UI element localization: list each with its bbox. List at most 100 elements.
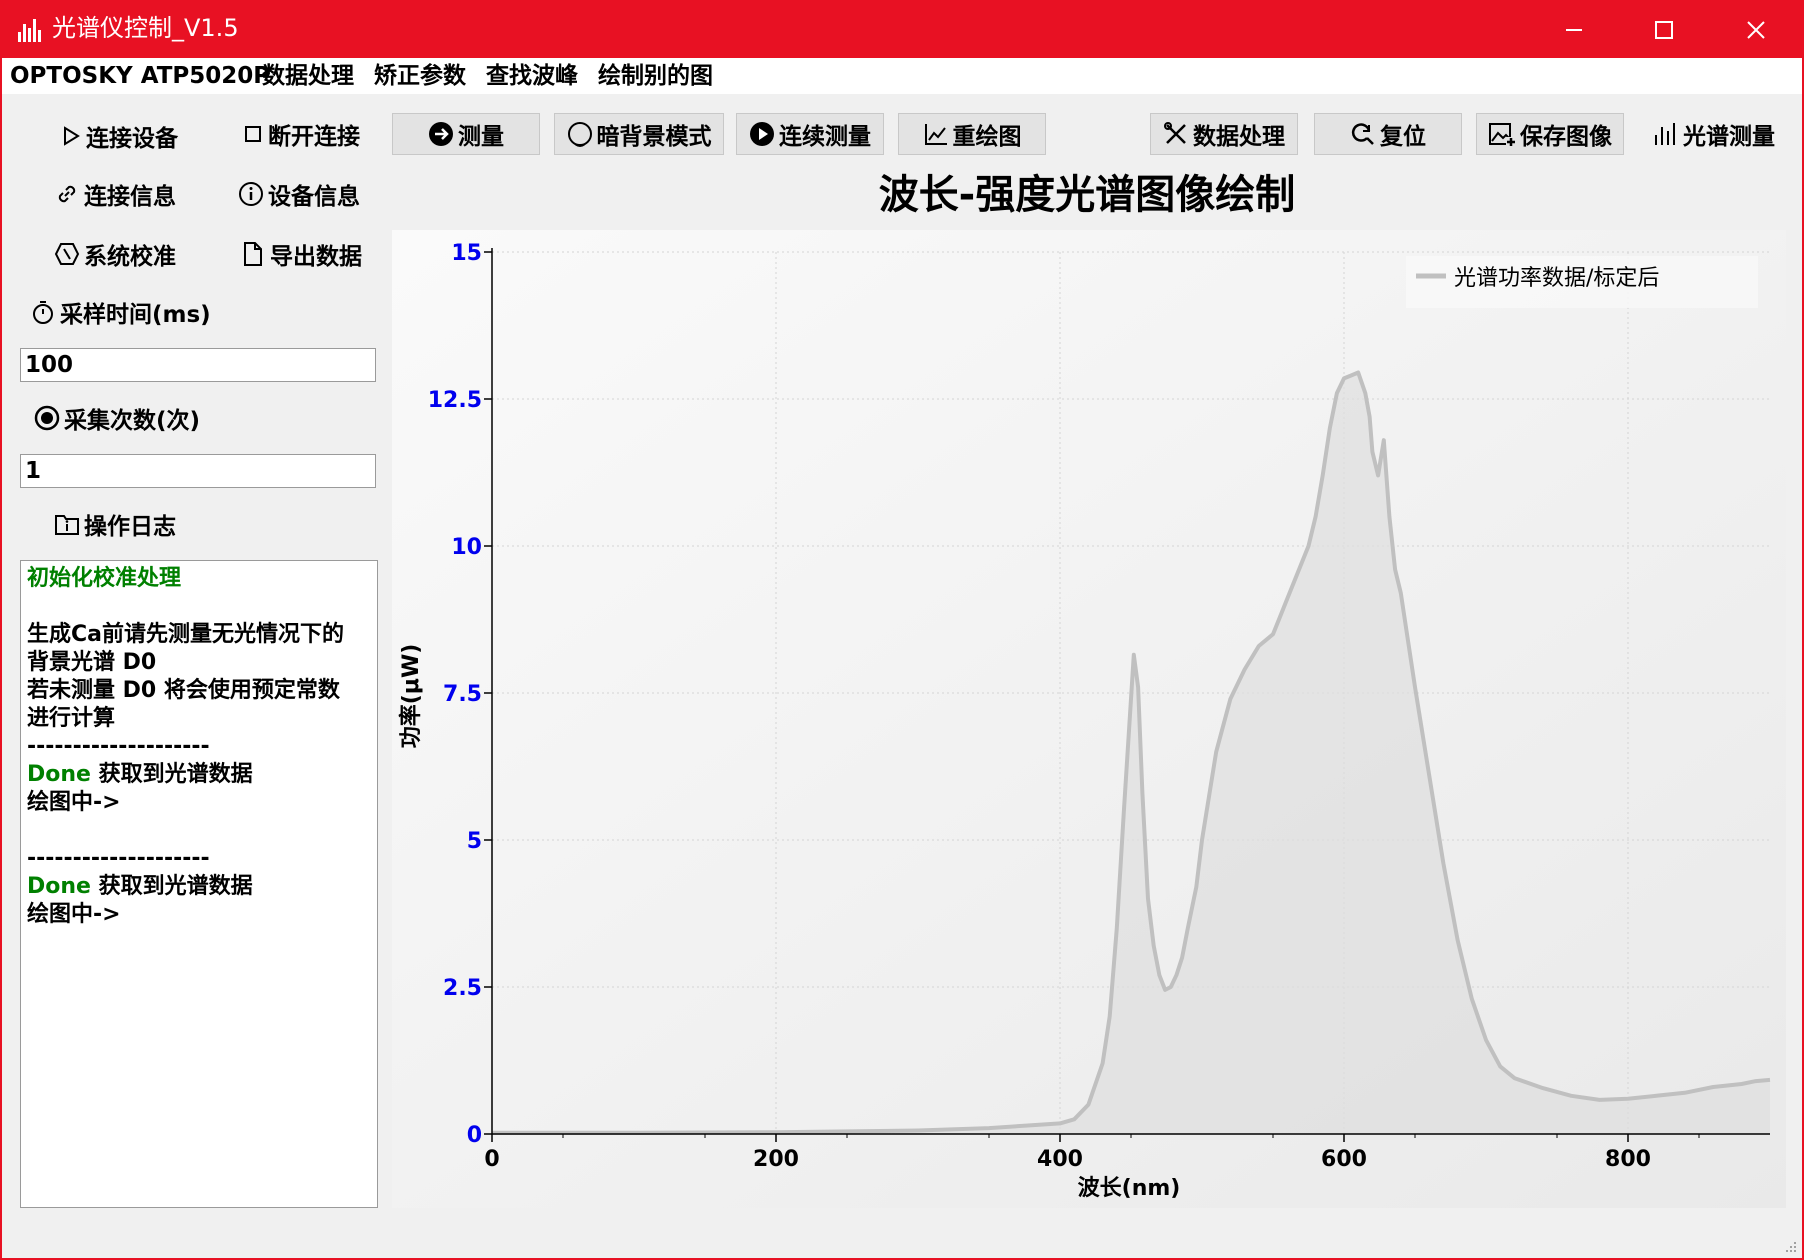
arrow-circle-icon: [429, 122, 453, 146]
export-data-button[interactable]: 导出数据: [240, 234, 362, 274]
log-done-text: 获取到光谱数据: [90, 762, 253, 787]
collect-count-input[interactable]: 1: [20, 454, 376, 488]
menu-device[interactable]: OPTOSKY ATP5020P: [10, 62, 270, 90]
app-icon: [18, 19, 41, 42]
y-tick-label: 12.5: [428, 388, 482, 413]
continuous-measure-label: 连续测量: [779, 124, 871, 150]
measure-button[interactable]: 测量: [392, 113, 540, 155]
line-chart-icon: [924, 124, 947, 145]
log-done-text: 获取到光谱数据: [90, 874, 253, 899]
log-done-tag: Done: [27, 874, 91, 899]
disconnect-button[interactable]: 断开连接: [242, 114, 360, 154]
log-line: 生成Ca前请先测量无光情况下的: [27, 622, 344, 647]
bar-chart-icon: [1655, 123, 1675, 145]
dark-background-label: 暗背景模式: [596, 124, 712, 150]
image-add-icon: [1489, 123, 1516, 147]
menu-find-peaks[interactable]: 查找波峰: [486, 62, 578, 90]
title-bar: 光谱仪控制_V1.5: [2, 2, 1802, 58]
play-circle-icon: [750, 122, 774, 146]
connection-info-label: 连接信息: [84, 184, 176, 210]
log-line: 进行计算: [27, 706, 116, 731]
log-line: 绘图中->: [27, 790, 121, 815]
x-tick-label: 800: [1605, 1147, 1651, 1172]
y-tick-label: 7.5: [443, 682, 482, 707]
maximize-button[interactable]: [1618, 2, 1710, 58]
minimize-icon: [1566, 29, 1582, 31]
half-moon-icon: [567, 122, 592, 147]
sample-time-heading: 采样时间(ms): [30, 292, 211, 332]
search-refresh-icon: [1351, 123, 1374, 145]
spectrum-chart[interactable]: 0 200 400 600 800 0 2.5 5 7.5 10 12.5 15 波长(nm) 功率(…: [392, 230, 1786, 1208]
maximize-icon: [1655, 21, 1673, 39]
y-tick-label: 15: [451, 241, 482, 266]
resize-grip-icon[interactable]: [1784, 1240, 1798, 1254]
chart-background: [392, 230, 1786, 1208]
log-done-tag: Done: [27, 762, 91, 787]
y-axis-label: 功率(μW): [398, 644, 424, 749]
y-tick-label: 5: [467, 829, 482, 854]
y-tick-label: 2.5: [443, 976, 482, 1001]
device-info-label: 设备信息: [268, 184, 360, 210]
redraw-button[interactable]: 重绘图: [898, 113, 1046, 155]
y-tick-label: 10: [451, 535, 482, 560]
x-tick-label: 600: [1321, 1147, 1367, 1172]
x-tick-label: 200: [753, 1147, 799, 1172]
legend: 光谱功率数据/标定后: [1406, 256, 1758, 308]
collect-count-heading: 采集次数(次): [34, 398, 200, 438]
chart-title: 波长-强度光谱图像绘制: [878, 172, 1296, 218]
log-blank: [27, 593, 377, 621]
stop-square-icon: [245, 126, 261, 142]
save-image-label: 保存图像: [1520, 124, 1612, 150]
device-info-button[interactable]: 设备信息: [238, 174, 360, 214]
log-done-line: Done 获取到光谱数据: [27, 761, 377, 789]
log-separator: --------------------: [27, 846, 210, 871]
menu-bar: OPTOSKY ATP5020P 数据处理 矫正参数 查找波峰 绘制别的图: [2, 58, 1802, 94]
log-line: 绘图中->: [27, 902, 121, 927]
y-tick-label: 0: [467, 1123, 482, 1148]
target-icon: [34, 405, 60, 431]
window-title: 光谱仪控制_V1.5: [52, 14, 239, 42]
dark-background-button[interactable]: 暗背景模式: [554, 113, 724, 155]
close-button[interactable]: [1710, 2, 1802, 58]
spectrum-measure-button[interactable]: 光谱测量: [1640, 113, 1788, 155]
data-processing-label: 数据处理: [1193, 124, 1285, 150]
sample-time-label: 采样时间(ms): [60, 302, 211, 328]
operation-log-heading: 操作日志: [54, 504, 176, 544]
reset-label: 复位: [1380, 124, 1426, 150]
spectrum-chart-svg: 0 200 400 600 800 0 2.5 5 7.5 10 12.5 15 波长(nm) 功率(…: [392, 230, 1786, 1208]
link-icon: [58, 185, 76, 203]
redraw-label: 重绘图: [952, 124, 1022, 150]
connect-device-button[interactable]: 连接设备: [60, 116, 178, 156]
menu-other-plots[interactable]: 绘制别的图: [598, 62, 713, 90]
log-separator: --------------------: [27, 734, 210, 759]
app-window: 光谱仪控制_V1.5 OPTOSKY ATP5020P 数据处理 矫正参数 查找…: [0, 0, 1804, 1260]
log-line: 若未测量 D0 将会使用预定常数: [27, 678, 340, 703]
close-icon: [1747, 21, 1765, 39]
calibrate-icon: [54, 243, 80, 265]
connection-info-button[interactable]: 连接信息: [54, 174, 176, 214]
play-outline-icon: [64, 126, 80, 146]
reset-button[interactable]: 复位: [1314, 113, 1462, 155]
minimize-button[interactable]: [1528, 2, 1620, 58]
x-axis-label: 波长(nm): [1078, 1176, 1181, 1201]
sample-time-input[interactable]: 100: [20, 348, 376, 382]
log-line: 初始化校准处理: [27, 566, 182, 591]
log-line: 背景光谱 D0: [27, 650, 157, 675]
file-icon: [244, 242, 262, 266]
info-icon: [239, 182, 263, 206]
operation-log-textbox[interactable]: 初始化校准处理 生成Ca前请先测量无光情况下的 背景光谱 D0 若未测量 D0 …: [20, 560, 378, 1208]
tools-icon: [1164, 122, 1186, 144]
menu-data-processing[interactable]: 数据处理: [262, 62, 354, 90]
collect-count-label: 采集次数(次): [64, 408, 201, 434]
x-tick-label: 400: [1037, 1147, 1083, 1172]
disconnect-label: 断开连接: [268, 124, 360, 150]
save-image-button[interactable]: 保存图像: [1476, 113, 1624, 155]
legend-label: 光谱功率数据/标定后: [1454, 266, 1659, 291]
continuous-measure-button[interactable]: 连续测量: [736, 113, 884, 155]
system-calibrate-button[interactable]: 系统校准: [54, 234, 176, 274]
menu-correction-params[interactable]: 矫正参数: [374, 62, 466, 90]
export-data-label: 导出数据: [270, 244, 362, 270]
measure-label: 测量: [458, 124, 504, 150]
connect-device-label: 连接设备: [86, 126, 178, 152]
data-processing-button[interactable]: 数据处理: [1150, 113, 1298, 155]
